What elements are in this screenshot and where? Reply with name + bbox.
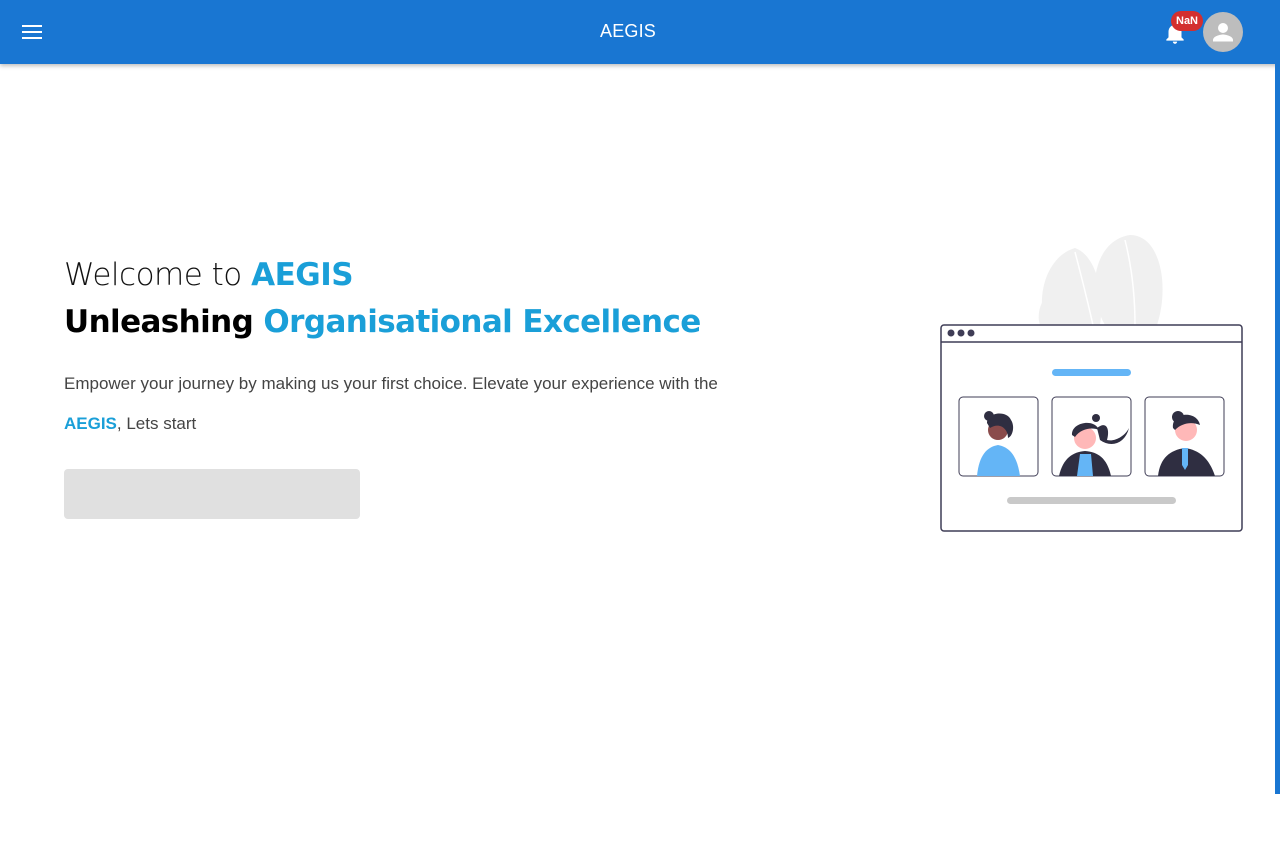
team-illustration bbox=[935, 230, 1247, 536]
app-bar: AEGIS NaN bbox=[0, 0, 1280, 64]
user-avatar[interactable] bbox=[1203, 12, 1243, 52]
hero-description: Empower your journey by making us your f… bbox=[64, 364, 764, 444]
app-title: AEGIS bbox=[599, 21, 657, 41]
leaf-decoration bbox=[1038, 235, 1163, 325]
person-icon bbox=[1213, 23, 1233, 42]
description-text: Empower your journey by making us your f… bbox=[64, 374, 718, 393]
person-card-1 bbox=[958, 396, 1039, 477]
welcome-prefix: Welcome to bbox=[64, 257, 252, 293]
person-card-3 bbox=[1144, 396, 1225, 477]
hero-section: Welcome to AEGIS Unleashing Organisation… bbox=[64, 252, 784, 444]
welcome-heading: Welcome to AEGIS bbox=[64, 252, 784, 298]
page-scrollbar[interactable] bbox=[1275, 64, 1280, 794]
description-brand: AEGIS bbox=[64, 414, 117, 433]
notification-badge: NaN bbox=[1171, 11, 1204, 31]
tagline-accent: Organisational Excellence bbox=[263, 304, 701, 340]
get-started-button[interactable] bbox=[64, 469, 360, 519]
description-suffix: , Lets start bbox=[116, 414, 197, 433]
tagline-heading: Unleashing Organisational Excellence bbox=[64, 298, 784, 346]
tagline-prefix: Unleashing bbox=[64, 304, 264, 340]
person-card-2 bbox=[1051, 396, 1132, 477]
welcome-brand: AEGIS bbox=[251, 257, 354, 293]
